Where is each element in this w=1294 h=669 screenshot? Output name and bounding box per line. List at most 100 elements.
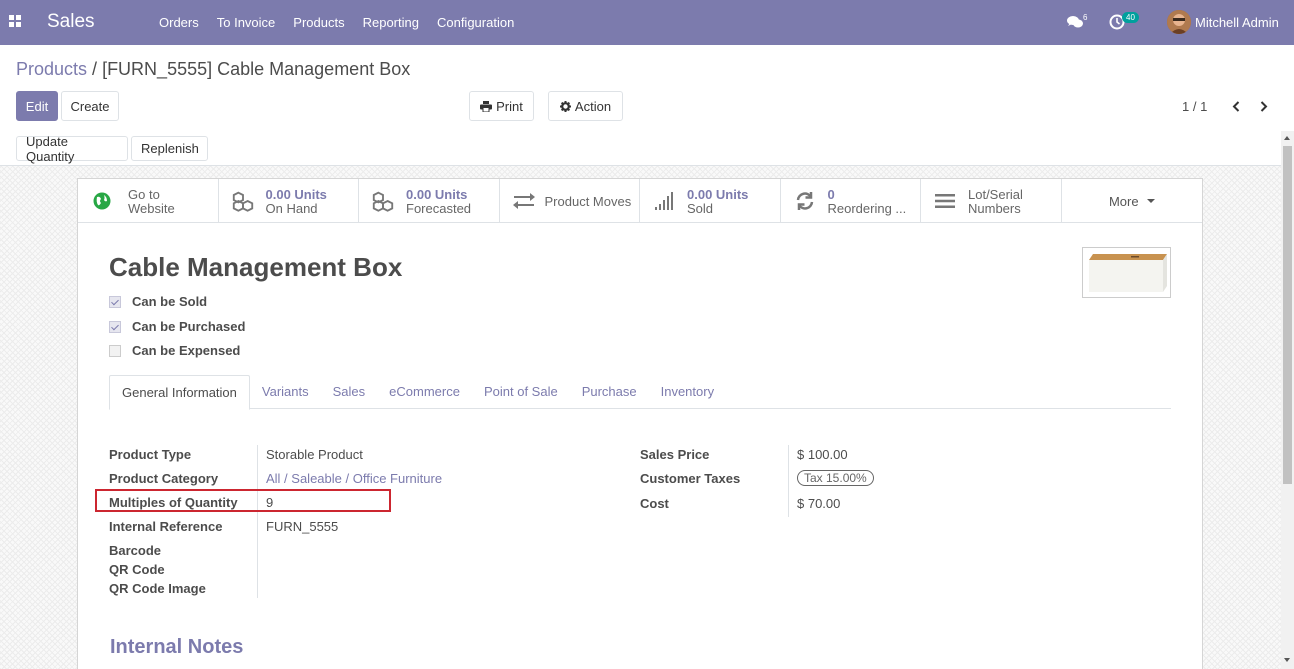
replenish-label: Replenish [141,141,199,156]
menu-to-invoice[interactable]: To Invoice [208,15,285,30]
qr-code-label: QR Code [109,562,165,577]
product-type-field[interactable]: Storable Product [266,447,363,462]
menu-products[interactable]: Products [284,15,353,30]
activity-count-badge: 40 [1122,12,1139,23]
breadcrumb: Products / [FURN_5555] Cable Management … [16,59,410,80]
forecasted-value: 0.00 Units [406,187,468,202]
smart-button-label: On Hand [265,201,318,216]
print-button[interactable]: Print [469,91,534,121]
pager-counter[interactable]: 1 / 1 [1182,99,1207,114]
right-group-divider [788,445,789,517]
smart-button-text: 0.00 Units Forecasted [406,188,471,216]
smart-button-label: Reordering ... [827,201,907,216]
smart-button-label: Go to [128,187,160,202]
exchange-icon [512,190,536,212]
product-image[interactable] [1082,247,1171,298]
user-avatar[interactable] [1167,10,1191,34]
vertical-scrollbar[interactable] [1281,131,1294,669]
qr-code-image-label: QR Code Image [109,581,206,596]
action-button[interactable]: Action [548,91,623,121]
chat-count-badge: 6 [1083,13,1088,22]
more-dropdown: More [1109,194,1155,209]
tab-purchase[interactable]: Purchase [570,375,649,409]
action-button-label: Action [574,98,612,114]
smart-button-forecasted[interactable]: 0.00 Units Forecasted [359,179,500,223]
smart-button-label: Forecasted [406,201,472,216]
scroll-down-arrow-icon[interactable] [1284,658,1290,662]
smart-button-text: 0 Reordering ... [828,188,907,216]
smart-button-lot-serial-numbers[interactable]: Lot/Serial Numbers [921,179,1062,223]
print-icon [480,100,493,112]
smart-button-label: Lot/Serial [968,187,1023,202]
sold-value: 0.00 Units [687,187,749,202]
replenish-button[interactable]: Replenish [131,136,208,161]
menu-configuration[interactable]: Configuration [428,15,523,30]
sales-price-field[interactable]: $ 100.00 [797,447,848,462]
can-be-expensed-row: Can be Expensed [109,343,240,358]
create-button-label: Create [70,98,110,114]
chevron-right-icon [1260,100,1268,112]
pager-previous-button[interactable] [1227,96,1245,116]
app-brand[interactable]: Sales [47,11,95,33]
menu-orders[interactable]: Orders [150,15,208,30]
scroll-up-arrow-icon[interactable] [1284,136,1290,140]
product-category-link[interactable]: All / Saleable / Office Furniture [266,471,442,486]
smart-button-on-hand[interactable]: 0.00 Units On Hand [219,179,359,223]
product-name[interactable]: Cable Management Box [109,252,402,283]
chat-icon[interactable] [1067,15,1083,29]
customer-taxes-label: Customer Taxes [640,471,741,486]
tab-ecommerce[interactable]: eCommerce [377,375,472,409]
internal-notes-heading: Internal Notes [110,636,244,658]
product-type-label: Product Type [109,447,192,462]
smart-button-box: Go to Website 0.00 Units On Hand 0.00 Un… [78,179,1202,223]
tab-sales[interactable]: Sales [321,375,378,409]
update-quantity-label: Update Quantity [26,133,75,164]
print-button-label: Print [496,98,523,114]
tab-general-information[interactable]: General Information [109,375,250,410]
customer-tax-tag[interactable]: Tax 15.00% [797,470,874,486]
breadcrumb-separator: / [87,59,103,79]
smart-button-more[interactable]: More [1062,179,1203,223]
apps-menu-icon[interactable] [9,15,21,27]
edit-button[interactable]: Edit [16,91,58,121]
can-be-purchased-label: Can be Purchased [132,319,246,334]
internal-reference-field[interactable]: FURN_5555 [266,519,338,534]
smart-button-text: Lot/Serial Numbers [968,188,1023,216]
smart-button-sold[interactable]: 0.00 Units Sold [640,179,781,223]
smart-button-label: Website [128,201,175,216]
user-name[interactable]: Mitchell Admin [1195,15,1279,30]
top-navbar: Sales Orders To Invoice Products Reporti… [0,0,1294,45]
internal-reference-label: Internal Reference [109,519,223,534]
tab-variants[interactable]: Variants [250,375,321,409]
smart-button-go-to-website[interactable]: Go to Website [78,179,219,223]
cost-field[interactable]: $ 70.00 [797,496,840,511]
menu-reporting[interactable]: Reporting [354,15,428,30]
can-be-expensed-checkbox[interactable] [109,344,121,357]
chevron-left-icon [1232,100,1240,112]
smart-button-text: Product Moves [545,195,632,209]
tab-point-of-sale[interactable]: Point of Sale [472,375,570,409]
more-label: More [1108,193,1139,209]
notebook-tabs: General Information Variants Sales eComm… [109,375,1171,410]
tab-inventory[interactable]: Inventory [649,375,726,409]
sales-price-label: Sales Price [640,447,710,462]
smart-button-text: Go to Website [128,188,175,216]
barcode-label: Barcode [109,543,162,558]
can-be-purchased-checkbox[interactable] [109,320,121,333]
can-be-sold-checkbox[interactable] [109,295,121,308]
breadcrumb-products-link[interactable]: Products [16,59,87,79]
scrollbar-thumb[interactable] [1283,146,1292,484]
smart-button-text: 0.00 Units Sold [687,188,748,216]
create-button[interactable]: Create [61,91,119,121]
smart-button-reordering[interactable]: 0 Reordering ... [781,179,921,223]
refresh-icon [793,190,817,212]
gear-icon [559,100,571,112]
update-quantity-button[interactable]: Update Quantity [16,133,128,164]
form-sheet: Go to Website 0.00 Units On Hand 0.00 Un… [77,178,1203,669]
smart-button-product-moves[interactable]: Product Moves [500,179,640,223]
on-hand-value: 0.00 Units [265,187,327,202]
can-be-sold-label: Can be Sold [132,294,208,309]
smart-button-text: 0.00 Units On Hand [266,188,327,216]
can-be-sold-row: Can be Sold [109,294,207,309]
pager-next-button[interactable] [1255,96,1273,116]
